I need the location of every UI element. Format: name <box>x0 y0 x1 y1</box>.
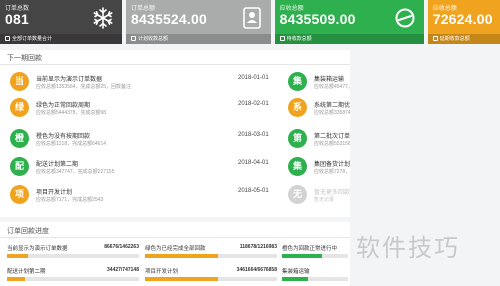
summary-cards: 订单总数 081 全部订单数量合计 订单总额 8435524.00 计划收款总额… <box>0 0 500 44</box>
item-name: 第二批次订单 <box>314 134 351 140</box>
card-footer: 计划收款总额 <box>126 34 271 44</box>
divider <box>0 237 350 238</box>
progress-bar <box>282 254 348 258</box>
progress-name: 配送计划第二期 <box>7 269 46 275</box>
progress-item[interactable]: 当前显示为演示订单数据 86676/1462263 <box>7 242 139 262</box>
list-icon <box>432 36 438 41</box>
card-order-amount[interactable]: 订单总额 8435524.00 计划收款总额 <box>126 0 271 44</box>
progress-fill <box>7 277 26 281</box>
item-detail: 应收总额7171，完成总额2543 <box>36 197 104 203</box>
card-order-count[interactable]: 订单总数 081 全部订单数量合计 <box>0 0 122 44</box>
card-footer: 全部订单数量合计 <box>0 34 122 44</box>
progress-fill <box>282 277 309 281</box>
progress-bar <box>7 277 139 281</box>
item-badge: 集 <box>288 157 307 176</box>
list-item[interactable]: 项 项目开发计划 应收总额7171，完成总额2543 2018-05-01 <box>10 185 272 207</box>
card-footer: 延期收款总额 <box>427 34 500 44</box>
card-overdue-amount[interactable]: 应收总额 72624.00 延期收款总额 <box>427 0 500 44</box>
item-badge: 配 <box>10 157 29 176</box>
item-name: 橙色为没有按期回款 <box>36 134 91 140</box>
card-value: 8435509.00 <box>279 11 356 27</box>
item-date: 2018-02-01 <box>238 101 269 107</box>
collection-progress-panel: 订单回款进度 当前显示为演示订单数据 86676/1462263 绿色为已经完成… <box>0 222 350 286</box>
item-badge: 橙 <box>10 129 29 148</box>
list-icon <box>5 36 10 41</box>
progress-name: 橙色为回款正常进行中 <box>282 246 338 252</box>
progress-name: 集装箱运输 <box>282 269 310 275</box>
item-name: 集装箱运输 <box>314 77 345 83</box>
card-value: 081 <box>5 11 29 27</box>
snowflake-icon <box>93 7 113 29</box>
list-item[interactable]: 配 配送计划第二期 应收总额347747，完成总额227155 2018-04-… <box>10 157 272 179</box>
item-badge: 系 <box>288 98 307 117</box>
item-detail: 应收总额5444378，完成总额98 <box>36 110 107 116</box>
progress-fill <box>282 254 322 258</box>
progress-bar <box>7 254 139 258</box>
item-badge: 绿 <box>10 98 29 117</box>
item-badge: 无 <box>288 185 307 204</box>
card-value: 72624.00 <box>432 11 493 27</box>
item-name: 当前显示为演示订单数据 <box>36 77 103 83</box>
progress-value: 118678/1216983 <box>239 244 277 250</box>
item-detail: 应收总额347747，完成总额227155 <box>36 169 115 175</box>
item-badge: 集 <box>288 72 307 91</box>
progress-name: 项目开发计划 <box>145 269 179 275</box>
refresh-icon <box>395 8 415 28</box>
dashboard: 订单总数 081 全部订单数量合计 订单总额 8435524.00 计划收款总额… <box>0 0 500 286</box>
item-name: 项目开发计划 <box>36 190 73 196</box>
progress-item[interactable]: 项目开发计划 3461664/6676858 <box>145 265 277 285</box>
divider <box>0 64 350 65</box>
progress-item[interactable]: 集装箱运输 <box>282 265 348 285</box>
card-footer: 待收款总额 <box>274 34 424 44</box>
item-badge: 项 <box>10 185 29 204</box>
item-detail: 应收总额1353564，完成总额25，回款备注 <box>36 84 132 90</box>
progress-bar <box>145 277 277 281</box>
progress-value: 34427/747148 <box>107 267 139 273</box>
item-name: 集团备货计划 <box>314 162 351 168</box>
progress-fill <box>145 254 218 258</box>
list-icon <box>131 36 136 41</box>
list-icon <box>279 36 285 41</box>
list-item[interactable]: 绿 绿色为正常回款周期 应收总额5444378，完成总额98 2018-02-0… <box>10 98 272 120</box>
panel-title: 下一期回款 <box>7 55 42 62</box>
progress-fill <box>145 277 218 281</box>
item-date: 2018-01-01 <box>238 75 269 81</box>
item-badge: 当 <box>10 72 29 91</box>
progress-fill <box>7 254 29 258</box>
list-item[interactable]: 当 当前显示为演示订单数据 应收总额1353564，完成总额25，回款备注 20… <box>10 72 272 94</box>
card-receivable-amount[interactable]: 应收总额 8435509.00 待收款总额 <box>274 0 424 44</box>
list-item[interactable]: 橙 橙色为没有按期回款 应收总额1218，完成总额64614 2018-03-0… <box>10 129 272 151</box>
item-detail: 应收总额1218，完成总额64614 <box>36 141 107 147</box>
progress-bar <box>145 254 277 258</box>
panel-title: 订单回款进度 <box>7 228 49 235</box>
progress-name: 绿色为已经完成全部回款 <box>145 246 206 252</box>
progress-item[interactable]: 橙色为回款正常进行中 <box>282 242 348 262</box>
progress-item[interactable]: 配送计划第二期 34427/747148 <box>7 265 139 285</box>
item-date: 2018-04-01 <box>238 160 269 166</box>
item-name: 绿色为正常回款周期 <box>36 103 91 109</box>
progress-name: 当前显示为演示订单数据 <box>7 246 68 252</box>
item-detail: 暂无记录 <box>314 197 335 203</box>
item-name: 配送计划第二期 <box>36 162 79 168</box>
next-period-panel: 下一期回款 当 当前显示为演示订单数据 应收总额1353564，完成总额25，回… <box>0 50 392 217</box>
item-badge: 第 <box>288 129 307 148</box>
contact-card-icon <box>242 7 261 29</box>
item-date: 2018-03-01 <box>238 132 269 138</box>
progress-value: 86676/1462263 <box>104 244 139 250</box>
item-date: 2018-05-01 <box>238 188 269 194</box>
progress-bar <box>282 277 348 281</box>
card-value: 8435524.00 <box>131 11 207 27</box>
progress-item[interactable]: 绿色为已经完成全部回款 118678/1216983 <box>145 242 277 262</box>
watermark: 软件技巧 <box>356 235 460 262</box>
progress-value: 3461664/6676858 <box>236 267 277 273</box>
